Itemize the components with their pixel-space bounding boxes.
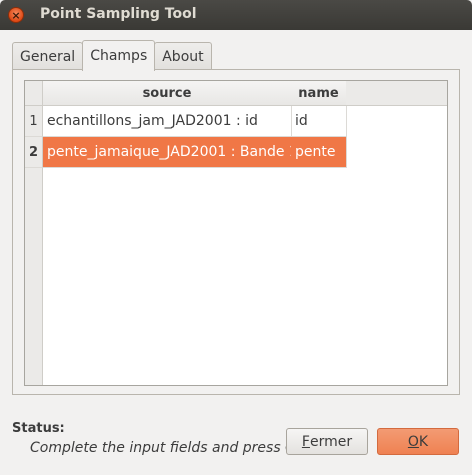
- tab-general[interactable]: General: [12, 42, 84, 70]
- header-filler: [346, 81, 447, 106]
- close-window-button[interactable]: ×: [8, 7, 24, 23]
- window-title: Point Sampling Tool: [40, 6, 197, 22]
- ok-mnemonic: O: [407, 433, 419, 450]
- status-label: Status:: [12, 421, 65, 436]
- table-corner: [25, 81, 43, 106]
- cancel-mnemonic: F: [301, 433, 310, 450]
- champs-tab-panel: source name 1 echantillons_jam_JAD2001 :…: [12, 69, 460, 395]
- cancel-label: ermer: [309, 433, 353, 450]
- tab-about[interactable]: About: [154, 42, 212, 70]
- row-header-1[interactable]: 1: [25, 106, 43, 137]
- tab-bar: General Champs About: [12, 40, 212, 71]
- close-icon: ×: [11, 8, 21, 22]
- table-cell-name-selected[interactable]: pente: [291, 137, 347, 168]
- status-message: Complete the input fields and press OK: [30, 440, 306, 456]
- cancel-button[interactable]: Fermer: [286, 428, 368, 455]
- fields-table[interactable]: source name 1 echantillons_jam_JAD2001 :…: [24, 80, 448, 386]
- column-header-source[interactable]: source: [43, 81, 292, 106]
- title-bar: × Point Sampling Tool: [0, 0, 472, 30]
- row-header-2[interactable]: 2: [25, 137, 43, 168]
- table-cell-source[interactable]: echantillons_jam_JAD2001 : id: [43, 106, 292, 137]
- tab-champs[interactable]: Champs: [82, 40, 156, 71]
- table-cell-source-selected[interactable]: pente_jamaique_JAD2001 : Bande 1: [43, 137, 292, 168]
- ok-button[interactable]: OK: [377, 428, 459, 455]
- ok-label: K: [418, 433, 429, 450]
- column-header-name[interactable]: name: [291, 81, 347, 106]
- table-cell-name[interactable]: id: [291, 106, 347, 137]
